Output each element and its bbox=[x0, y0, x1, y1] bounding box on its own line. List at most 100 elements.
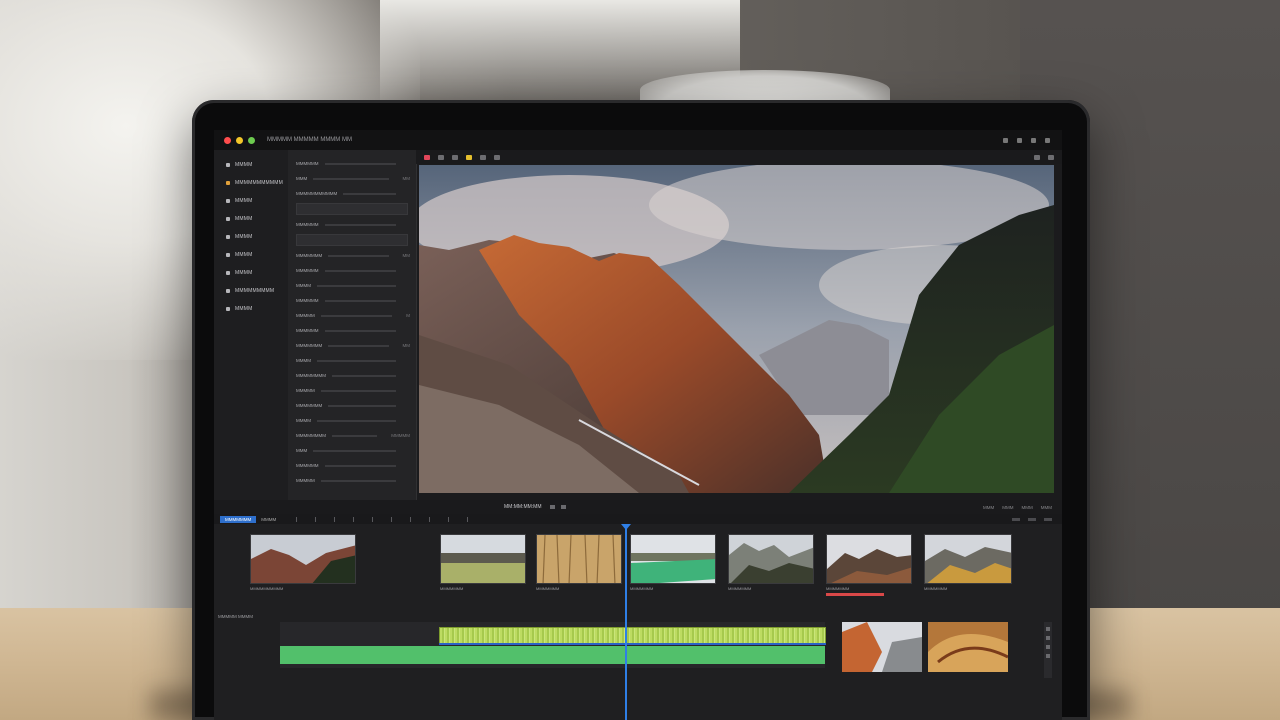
scroll-handle[interactable] bbox=[1046, 636, 1050, 640]
inspector-key: MMMMMMM bbox=[296, 403, 323, 408]
timeline-option[interactable]: MMM bbox=[1022, 505, 1033, 510]
inspector-input[interactable] bbox=[296, 234, 408, 246]
sidebar-item[interactable]: MMMM bbox=[214, 210, 288, 228]
sidebar-item[interactable]: MMMMMMMMMMM bbox=[214, 174, 288, 192]
audio-volume-line[interactable] bbox=[439, 643, 826, 645]
zoom-slider[interactable] bbox=[1028, 517, 1036, 521]
inspector-row[interactable]: MMMMMM bbox=[288, 217, 416, 232]
inspector-key: MMMMM bbox=[296, 388, 315, 393]
crop-icon[interactable] bbox=[438, 154, 444, 160]
viewer-toolbar-right bbox=[1034, 154, 1054, 160]
playhead[interactable] bbox=[625, 524, 627, 720]
background-music-track[interactable] bbox=[280, 646, 825, 664]
clip-caption: MMMMMMM bbox=[536, 586, 560, 591]
inspector-row[interactable]: MMMMMM bbox=[288, 308, 416, 323]
record-icon[interactable] bbox=[424, 154, 430, 160]
timeline-clip[interactable]: MMMMMMM bbox=[630, 534, 716, 600]
inspector-input[interactable] bbox=[296, 203, 408, 215]
sidebar-item[interactable]: MMMM bbox=[214, 228, 288, 246]
timeline-clip[interactable]: MMMMMMMMMM bbox=[250, 534, 356, 600]
play-icon[interactable] bbox=[549, 505, 555, 509]
sidebar-item[interactable]: MMMM bbox=[214, 300, 288, 318]
timeline-ruler[interactable]: MMMMMMM MMMM bbox=[214, 514, 1062, 524]
inspector-row[interactable]: MMMMMMMM bbox=[288, 368, 416, 383]
inspector-key: MMMM bbox=[296, 418, 311, 423]
view-options-icon[interactable] bbox=[1034, 154, 1040, 160]
tab-index[interactable]: MMMM bbox=[261, 517, 276, 522]
inspector-row[interactable]: MMMMMM bbox=[288, 323, 416, 338]
folder-icon bbox=[226, 253, 230, 257]
fullscreen-icon[interactable] bbox=[1048, 154, 1054, 160]
sidebar-item[interactable]: MMMM bbox=[214, 192, 288, 210]
inspector-key: MMMM bbox=[296, 283, 311, 288]
tab-project[interactable]: MMMMMMM bbox=[220, 515, 257, 523]
b-roll-clip[interactable] bbox=[928, 622, 1008, 672]
transport-controls bbox=[549, 505, 566, 509]
timeline-clip[interactable]: MMMMMMM bbox=[826, 534, 912, 600]
zoom-out-icon[interactable] bbox=[1012, 517, 1020, 521]
inspector-key: MMMMMMM bbox=[296, 253, 323, 258]
ruler-tick bbox=[372, 516, 374, 522]
inspector-row[interactable]: MMMMMM bbox=[288, 458, 416, 473]
inspector-divider bbox=[328, 404, 396, 407]
inspector-row[interactable]: MMMMMM bbox=[288, 293, 416, 308]
zoom-in-icon[interactable] bbox=[1044, 517, 1052, 521]
window-title: MMMMM MMMMM MMMM MM bbox=[267, 137, 352, 143]
timeline-clip[interactable]: MMMMMMM bbox=[440, 534, 526, 600]
scroll-handle[interactable] bbox=[1046, 627, 1050, 631]
timeline-scrollbar[interactable] bbox=[1044, 622, 1052, 678]
scroll-handle[interactable] bbox=[1046, 654, 1050, 658]
timeline-option[interactable]: MMM bbox=[1002, 505, 1013, 510]
timeline-option[interactable]: MMM bbox=[983, 505, 994, 510]
inspector-row[interactable]: MMMMMMM MM bbox=[288, 338, 416, 353]
zoom-icon[interactable] bbox=[248, 136, 255, 144]
timeline-option[interactable]: MMM bbox=[1041, 505, 1052, 510]
more-icon[interactable] bbox=[1045, 137, 1050, 143]
sidebar-item-label: MMMM bbox=[235, 216, 253, 222]
inspector-row[interactable]: MMMMM bbox=[288, 171, 416, 186]
inspector-row[interactable]: MMMM bbox=[288, 278, 416, 293]
clip-caption: MMMMMMM bbox=[440, 586, 464, 591]
inspector-row[interactable]: MMMMMMM bbox=[288, 398, 416, 413]
inspector-row[interactable]: MMMMMM bbox=[288, 263, 416, 278]
inspector-divider bbox=[320, 479, 396, 482]
timeline-clip[interactable]: MMMMMMM bbox=[924, 534, 1012, 600]
color-icon[interactable] bbox=[466, 154, 472, 160]
inspector-row[interactable]: MMMMMMMMMMM bbox=[288, 186, 416, 201]
inspector-row[interactable]: MMM bbox=[288, 443, 416, 458]
inspector-panel: MMMMMM MMM MM MMMMMMMMMMM MMMMMM MMMMMMM MM MMM… bbox=[288, 150, 417, 500]
inspector-row[interactable]: MMMMM bbox=[288, 383, 416, 398]
video-viewer[interactable] bbox=[419, 165, 1054, 493]
inspector-row[interactable]: MMMMMMM MM bbox=[288, 248, 416, 263]
sidebar-item[interactable]: MMMM bbox=[214, 156, 288, 174]
export-icon[interactable] bbox=[1017, 137, 1022, 143]
inspector-divider bbox=[328, 344, 389, 347]
timeline-clip[interactable]: MMMMMMM bbox=[536, 534, 622, 600]
inspector-row[interactable]: MMMMM bbox=[288, 473, 416, 488]
inspector-row[interactable]: MMMM bbox=[288, 413, 416, 428]
audio-icon[interactable] bbox=[480, 154, 486, 160]
inspector-key: MMMMMMMMMMM bbox=[296, 191, 338, 196]
effects-icon[interactable] bbox=[494, 154, 500, 160]
sidebar-item[interactable]: MMMM bbox=[214, 264, 288, 282]
b-roll-clip[interactable] bbox=[842, 622, 922, 672]
inspector-row[interactable]: MMMMMM bbox=[288, 156, 416, 171]
share-icon[interactable] bbox=[1003, 137, 1008, 143]
clip-thumbnail bbox=[924, 534, 1012, 584]
settings-icon[interactable] bbox=[1031, 137, 1036, 143]
close-icon[interactable] bbox=[224, 136, 231, 144]
inspector-row[interactable]: MMMM bbox=[288, 353, 416, 368]
scroll-handle[interactable] bbox=[1046, 645, 1050, 649]
inspector-divider bbox=[332, 374, 396, 377]
transform-icon[interactable] bbox=[452, 154, 458, 160]
loop-icon[interactable] bbox=[560, 505, 566, 509]
sidebar-item[interactable]: MMMMMMMMM bbox=[214, 282, 288, 300]
sidebar-item[interactable]: MMMM bbox=[214, 246, 288, 264]
minimize-icon[interactable] bbox=[236, 136, 243, 144]
inspector-row[interactable]: MMMMMMMM MMMMM bbox=[288, 428, 416, 443]
clip-thumbnail bbox=[250, 534, 356, 584]
playhead-handle[interactable] bbox=[621, 524, 631, 530]
inspector-key: MMMMM bbox=[296, 313, 315, 318]
timeline-clip[interactable]: MMMMMMM bbox=[728, 534, 814, 600]
clip-marker bbox=[826, 593, 885, 596]
